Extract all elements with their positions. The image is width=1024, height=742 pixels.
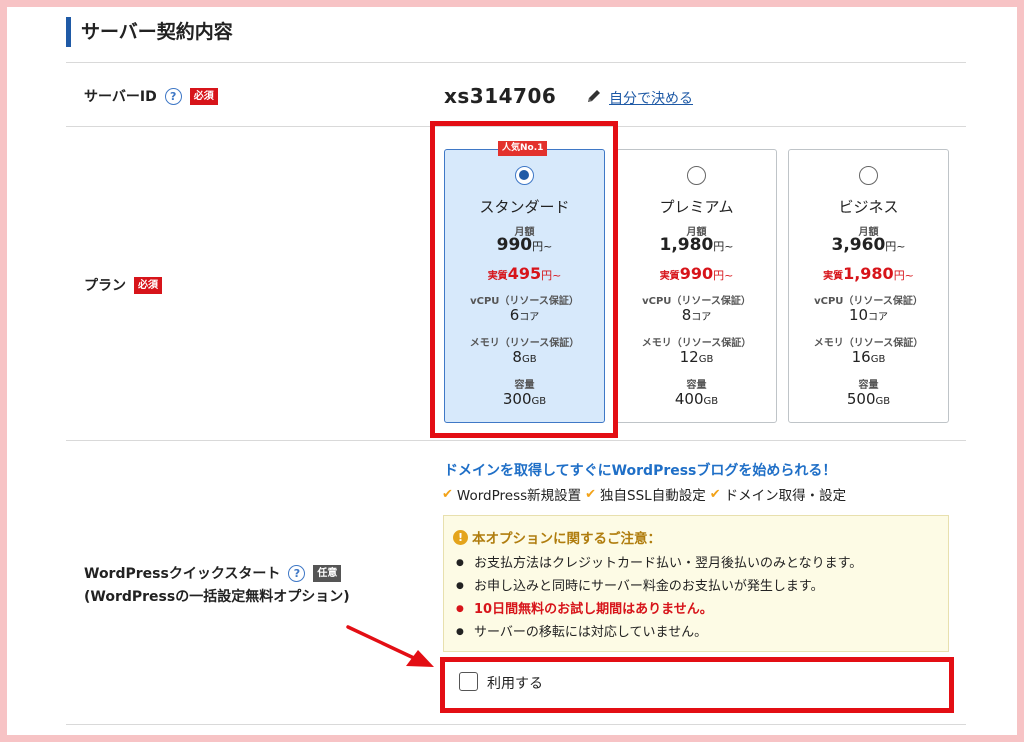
memory-value: 16GB	[789, 348, 948, 366]
feature-item: 独自SSL自動設定	[600, 488, 706, 504]
plan-label: プラン	[84, 278, 126, 294]
memory-label: メモリ（リソース保証）	[641, 338, 752, 349]
divider	[66, 62, 966, 63]
cpu-label: vCPU（リソース保証）	[814, 296, 923, 307]
disk-number: 400	[674, 390, 704, 408]
monthly-price: 1,980円~	[617, 235, 776, 255]
price-unit: 円~	[713, 240, 734, 253]
quickstart-row-label: WordPressクイックスタート ? 任意 (WordPressの一括設定無料…	[84, 563, 350, 606]
cpu-unit: コア	[691, 312, 712, 323]
disk-unit: GB	[703, 396, 719, 407]
required-badge: 必須	[134, 276, 162, 294]
disk-unit: GB	[875, 396, 891, 407]
cpu-value: 8コア	[617, 306, 776, 324]
plan-name: プレミアム	[659, 198, 734, 216]
feature-item: WordPress新規設置	[456, 488, 582, 504]
memory-value: 12GB	[617, 348, 776, 366]
divider	[66, 724, 966, 725]
notice-item: お申し込みと同時にサーバー料金のお支払いが発生します。	[454, 575, 862, 598]
exclamation-icon: !	[453, 529, 468, 545]
effective-prefix: 実質	[823, 271, 844, 282]
quickstart-sublabel: (WordPressの一括設定無料オプション)	[84, 589, 350, 605]
divider	[66, 440, 966, 441]
feature-item: ドメイン取得・設定	[724, 488, 847, 504]
disk-value: 400GB	[617, 390, 776, 408]
check-icon: ✔	[585, 486, 597, 502]
plan-name: ビジネス	[838, 198, 899, 216]
disk-value: 500GB	[789, 390, 948, 408]
self-decide-link[interactable]: 自分で決める	[609, 88, 693, 108]
notice-item-warning: 10日間無料のお試し期間はありません。	[454, 598, 862, 621]
plan-radio[interactable]	[859, 166, 878, 185]
plan-card-business[interactable]: ビジネス 月額 3,960円~ 実質1,980円~ vCPU（リソース保証） 1…	[788, 149, 949, 423]
notice-item: サーバーの移転には対応していません。	[454, 621, 862, 644]
monthly-price: 3,960円~	[789, 235, 948, 255]
check-icon: ✔	[709, 486, 721, 502]
effective-unit: 円~	[713, 269, 734, 282]
server-id-label: サーバーID	[84, 89, 157, 105]
quickstart-label-line: WordPressクイックスタート ? 任意	[84, 563, 342, 583]
effective-value: 990	[679, 264, 714, 283]
price-value: 3,960	[831, 235, 886, 255]
effective-unit: 円~	[893, 269, 914, 282]
memory-number: 16	[851, 348, 871, 366]
effective-price: 実質990円~	[617, 264, 776, 283]
memory-number: 12	[679, 348, 699, 366]
server-id-value: xs314706	[444, 84, 557, 108]
cpu-number: 8	[681, 306, 692, 324]
price-value: 1,980	[659, 235, 714, 255]
notice-title-text: 本オプションに関するご注意：	[472, 531, 661, 547]
plan-radio[interactable]	[687, 166, 706, 185]
disk-label: 容量	[858, 380, 879, 391]
server-id-row-label: サーバーID ? 必須	[84, 86, 218, 106]
optional-badge: 任意	[313, 564, 342, 582]
plan-row-label: プラン 必須	[84, 275, 162, 295]
quickstart-headline: ドメインを取得してすぐにWordPressブログを始められる！	[444, 463, 837, 479]
section-title: サーバー契約内容	[66, 17, 233, 47]
check-icon: ✔	[442, 486, 453, 502]
disk-label: 容量	[686, 380, 707, 391]
cpu-unit: コア	[868, 312, 889, 323]
effective-price: 実質1,980円~	[789, 264, 948, 283]
highlight-box-plan	[430, 121, 618, 438]
plan-card-premium[interactable]: プレミアム 月額 1,980円~ 実質990円~ vCPU（リソース保証） 8コ…	[616, 149, 777, 423]
question-circle-icon[interactable]: ?	[288, 564, 306, 582]
red-arrow-icon	[346, 625, 434, 667]
quickstart-label: WordPressクイックスタート	[84, 566, 281, 582]
memory-unit: GB	[698, 354, 714, 365]
highlight-box-checkbox	[440, 657, 954, 713]
cpu-number: 10	[848, 306, 869, 324]
cpu-value: 10コア	[789, 306, 948, 324]
price-unit: 円~	[885, 240, 906, 253]
memory-label: メモリ（リソース保証）	[813, 338, 924, 349]
effective-prefix: 実質	[659, 271, 680, 282]
question-circle-icon[interactable]: ?	[164, 87, 182, 105]
memory-unit: GB	[870, 354, 886, 365]
pencil-icon	[588, 90, 600, 102]
required-badge: 必須	[189, 87, 218, 105]
notice-item: お支払方法はクレジットカード払い・翌月後払いのみとなります。	[454, 552, 862, 575]
effective-value: 1,980	[843, 264, 894, 283]
notice-box: ! 本オプションに関するご注意： お支払方法はクレジットカード払い・翌月後払いの…	[443, 515, 949, 652]
disk-number: 500	[846, 390, 876, 408]
quickstart-features: ✔ WordPress新規設置 ✔ 独自SSL自動設定 ✔ ドメイン取得・設定	[442, 484, 847, 505]
cpu-label: vCPU（リソース保証）	[642, 296, 751, 307]
notice-list: お支払方法はクレジットカード払い・翌月後払いのみとなります。 お申し込みと同時に…	[454, 552, 862, 644]
notice-title: ! 本オプションに関するご注意：	[453, 527, 661, 547]
